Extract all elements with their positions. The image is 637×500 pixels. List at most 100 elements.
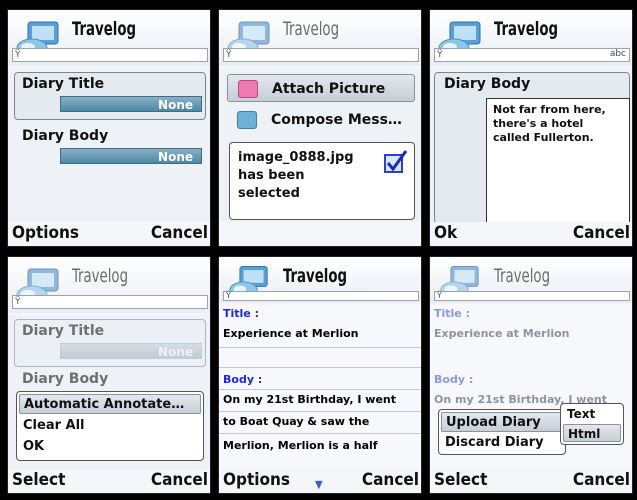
picture-icon [238,80,258,98]
diary-title-field[interactable]: None [60,96,202,112]
option-text[interactable]: Text [563,405,621,423]
option-discard-diary[interactable]: Discard Diary [441,433,563,453]
diary-body-field[interactable]: None [60,148,202,164]
phone-screen-diary-view: Travelog Ÿ Title : Experience at Merlion… [218,256,422,494]
cancel-softkey[interactable]: Cancel [362,470,419,490]
status-bar: Ÿ [12,48,208,62]
phone-screen-options-menu: Travelog Ÿ Diary Title None Diary Body A… [7,256,211,494]
diary-view-area: Title : Experience at Merlion Body : On … [219,305,421,471]
diary-body-label: Diary Body [22,371,109,387]
menu-area: Attach Picture Compose Mess… image_0888.… [219,68,421,224]
body-label: Body : [434,373,474,386]
body-line: On my 21st Birthday, I went [223,393,397,406]
app-title: Travelog [72,265,129,287]
softkey-bar: Options Cancel [8,222,210,246]
status-bar: Ÿ [223,291,419,301]
body-line: to Boat Quay & saw the [223,415,370,428]
softkey-bar [219,222,421,246]
confirmation-popup: image_0888.jpg has been selected [229,142,415,220]
header: Travelog Ÿ abc [430,10,632,66]
title-value: Experience at Merlion [434,327,570,340]
body-line: there's a hotel [493,117,584,130]
phone-screen-upload-menu: Travelog Ÿ Title : Experience at Merlion… [429,256,633,494]
signal-icon: Ÿ [226,50,232,60]
diary-title-label: Diary Title [22,323,105,339]
cancel-softkey[interactable]: Cancel [573,223,630,243]
editor-area: Diary Body Not far from here, there's a … [430,68,632,224]
app-title: Travelog [72,18,137,40]
format-submenu: Text Html [560,403,624,445]
checkbox-icon [384,150,408,173]
cancel-softkey[interactable]: Cancel [573,470,630,490]
popup-line-1: image_0888.jpg [238,150,354,165]
options-softkey[interactable]: Options [12,223,79,243]
status-bar: Ÿ [434,291,630,301]
diary-title-field: None [60,343,202,359]
popup-line-3: selected [238,186,300,201]
option-ok[interactable]: OK [19,437,201,457]
diary-body-label: Diary Body [22,128,109,144]
option-automatic-annotate[interactable]: Automatic Annotate… [19,394,201,414]
app-title: Travelog [494,18,559,40]
form-area: Diary Title None Diary Body Automatic An… [8,315,210,471]
phone-screen-diary-form: Travelog Ÿ Diary Title None Diary Body N… [7,9,211,247]
upload-menu: Upload Diary Discard Diary [438,409,566,455]
status-bar: Ÿ [12,295,208,309]
header: Travelog Ÿ [8,257,210,313]
menu-item-label: Compose Mess… [271,112,402,128]
menu-item-attach-picture[interactable]: Attach Picture [227,74,415,102]
diary-body-label: Diary Body [444,76,531,92]
form-area: Diary Title None Diary Body None [8,68,210,224]
option-clear-all[interactable]: Clear All [19,416,201,436]
diary-view-area: Title : Experience at Merlion Body : On … [430,305,632,471]
softkey-bar: Ok Cancel [430,222,632,246]
phone-screen-body-editor: Travelog Ÿ abc Diary Body Not far from h… [429,9,633,247]
signal-icon: Ÿ [15,297,21,307]
header: Travelog Ÿ [219,10,421,66]
phone-screen-attach: Travelog Ÿ Attach Picture Compose Mess… … [218,9,422,247]
compose-icon [237,111,257,129]
diary-title-label: Diary Title [22,76,105,92]
option-html[interactable]: Html [563,424,621,442]
softkey-bar: Select Cancel [8,469,210,493]
body-line: called Fullerton. [493,131,594,144]
option-upload-diary[interactable]: Upload Diary [441,412,563,432]
header: Travelog Ÿ [219,257,421,303]
scroll-down-icon: ▼ [315,478,323,491]
title-value: Experience at Merlion [223,327,359,340]
header: Travelog Ÿ [8,10,210,66]
divider [219,389,421,390]
cancel-softkey[interactable]: Cancel [151,470,208,490]
title-label: Title : [434,307,470,320]
divider [219,347,421,348]
softkey-bar: Select Cancel [430,469,632,493]
app-title: Travelog [283,18,340,40]
cancel-softkey[interactable]: Cancel [151,223,208,243]
status-bar: Ÿ [223,48,419,62]
app-title: Travelog [283,265,348,287]
popup-line-2: has been [238,168,305,183]
diary-body-textarea[interactable]: Not far from here, there's a hotel calle… [486,98,630,224]
input-mode-indicator: abc [609,49,626,59]
options-menu: Automatic Annotate… Clear All OK [16,391,204,461]
select-softkey[interactable]: Select [12,470,65,490]
menu-item-compose-message[interactable]: Compose Mess… [227,106,415,134]
signal-icon: Ÿ [437,291,442,300]
divider [219,433,421,434]
divider [219,367,421,368]
header: Travelog Ÿ [430,257,632,303]
title-label: Title : [223,307,259,320]
ok-softkey[interactable]: Ok [434,223,457,243]
body-line: Not far from here, [493,103,606,116]
options-softkey[interactable]: Options [223,470,290,490]
divider [219,411,421,412]
app-title: Travelog [494,265,551,287]
softkey-bar: Options ▼ Cancel [219,469,421,493]
signal-icon: Ÿ [226,291,231,300]
select-softkey[interactable]: Select [434,470,487,490]
body-label: Body : [223,373,263,386]
menu-item-label: Attach Picture [272,81,386,97]
signal-icon: Ÿ [15,50,21,60]
signal-icon: Ÿ [437,50,443,60]
status-bar: Ÿ abc [434,48,630,62]
